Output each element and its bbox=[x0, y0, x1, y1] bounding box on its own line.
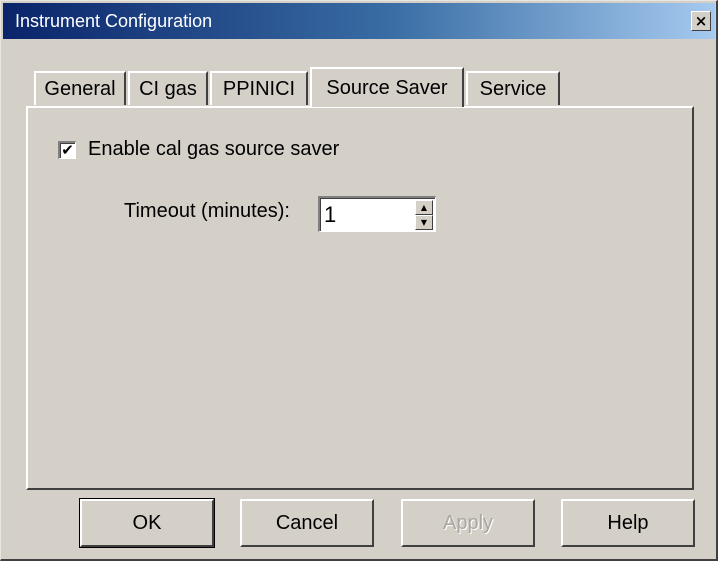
timeout-increment-button[interactable]: ▲ bbox=[415, 200, 433, 215]
cancel-button[interactable]: Cancel bbox=[240, 499, 374, 547]
enable-source-saver-option[interactable]: ✔ Enable cal gas source saver bbox=[58, 138, 339, 161]
ok-button-label: OK bbox=[132, 511, 162, 534]
tab-general-label: General bbox=[44, 77, 116, 100]
help-button-label: Help bbox=[607, 511, 649, 534]
tab-service-label: Service bbox=[479, 77, 547, 100]
instrument-configuration-dialog: Instrument Configuration × General CI ga… bbox=[0, 0, 718, 561]
apply-button[interactable]: Apply bbox=[401, 499, 535, 547]
close-icon: × bbox=[694, 11, 708, 30]
timeout-decrement-button[interactable]: ▼ bbox=[415, 215, 433, 230]
cancel-button-label: Cancel bbox=[275, 511, 339, 534]
enable-source-saver-label[interactable]: Enable cal gas source saver bbox=[88, 138, 339, 161]
arrow-up-icon: ▲ bbox=[420, 202, 428, 212]
tab-ci-gas-label: CI gas bbox=[139, 77, 197, 100]
close-button[interactable]: × bbox=[691, 11, 711, 31]
tab-source-saver[interactable]: Source Saver bbox=[310, 67, 464, 107]
tab-ppinici[interactable]: PPINICI bbox=[210, 71, 308, 105]
ok-button[interactable]: OK bbox=[79, 498, 215, 548]
tab-source-saver-label: Source Saver bbox=[326, 76, 448, 99]
arrow-down-icon: ▼ bbox=[420, 217, 428, 227]
help-button[interactable]: Help bbox=[561, 499, 695, 547]
tab-general[interactable]: General bbox=[34, 71, 126, 105]
tab-service[interactable]: Service bbox=[466, 71, 560, 105]
enable-source-saver-checkbox[interactable]: ✔ bbox=[58, 140, 76, 159]
window-title: Instrument Configuration bbox=[15, 10, 213, 31]
apply-button-label: Apply bbox=[442, 511, 494, 534]
tab-ci-gas[interactable]: CI gas bbox=[128, 71, 208, 105]
timeout-label: Timeout (minutes): bbox=[124, 200, 290, 222]
checkmark-icon: ✔ bbox=[61, 140, 74, 159]
timeout-input[interactable]: 1 bbox=[324, 202, 336, 228]
tab-ppinici-label: PPINICI bbox=[222, 77, 296, 100]
title-bar[interactable]: Instrument Configuration × bbox=[3, 3, 715, 39]
source-saver-panel: ✔ Enable cal gas source saver Timeout (m… bbox=[26, 106, 694, 490]
timeout-stepper[interactable]: 1 ▲ ▼ bbox=[318, 196, 436, 232]
